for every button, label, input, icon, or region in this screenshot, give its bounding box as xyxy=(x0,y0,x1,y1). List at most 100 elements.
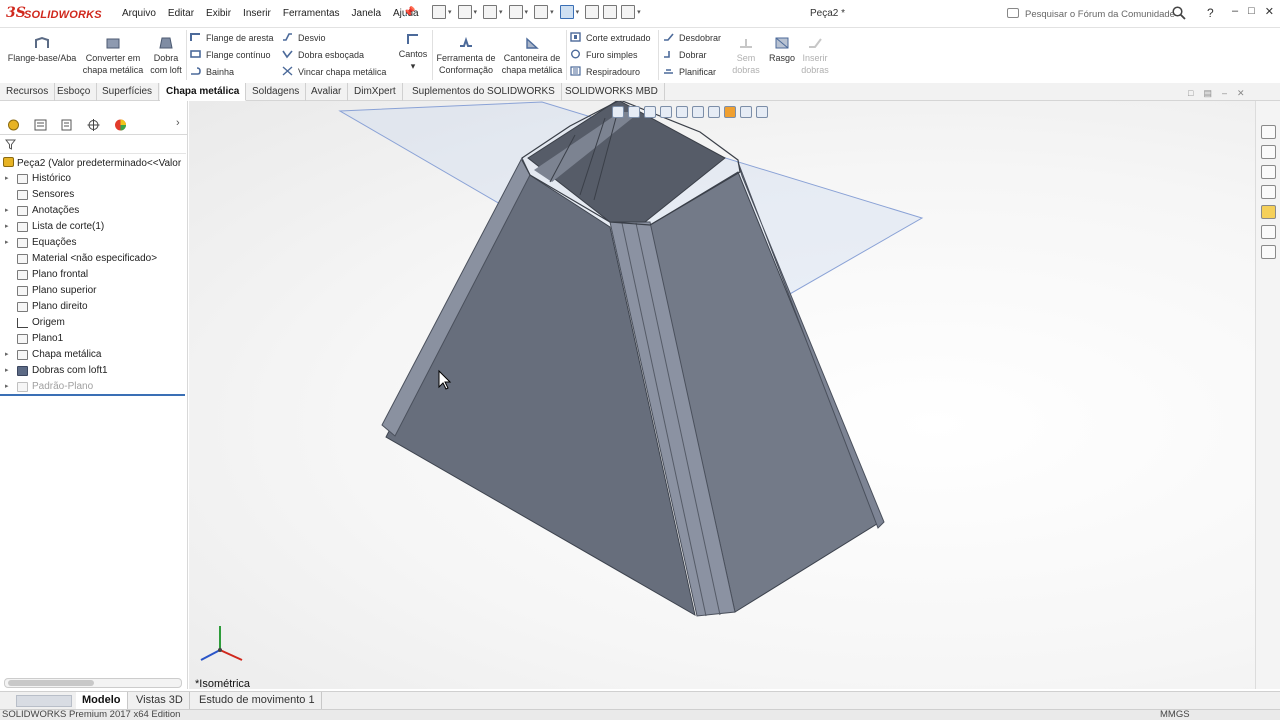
menu-editar[interactable]: Editar xyxy=(162,8,200,19)
tab-soldagens[interactable]: Soldagens xyxy=(246,83,307,101)
apply-scene-icon[interactable] xyxy=(740,106,752,118)
extruded-cut-button[interactable]: Corte extrudado xyxy=(570,30,651,46)
section-view-icon[interactable] xyxy=(660,106,672,118)
open-folder-icon[interactable] xyxy=(457,5,472,19)
rip-button[interactable]: Rasgo xyxy=(765,36,799,64)
file-properties-icon[interactable] xyxy=(603,5,618,19)
tree-item-origem[interactable]: Origem xyxy=(0,315,186,331)
tree-item-sensores[interactable]: Sensores xyxy=(0,187,186,203)
tab-avaliar[interactable]: Avaliar xyxy=(305,83,349,101)
no-bends-button[interactable]: Sem dobras xyxy=(728,36,764,76)
expand-arrow-icon[interactable]: ▸ xyxy=(5,379,9,395)
tree-item-plano1[interactable]: Plano1 xyxy=(0,331,186,347)
vent-button[interactable]: Respiradouro xyxy=(570,64,640,80)
configuration-manager-icon[interactable] xyxy=(59,118,74,132)
previous-view-icon[interactable] xyxy=(644,106,656,118)
tree-item-padrao-plano[interactable]: ▸ Padrão-Plano xyxy=(0,379,186,395)
design-library-icon[interactable] xyxy=(1261,145,1276,159)
view-settings-icon[interactable] xyxy=(756,106,768,118)
units-label[interactable]: MMGS xyxy=(1160,709,1190,720)
insert-bends-button[interactable]: Inserir dobras xyxy=(798,36,832,76)
chevron-down-icon[interactable]: ▾ xyxy=(525,8,529,16)
lofted-bend-button[interactable]: Dobra com loft xyxy=(147,36,185,76)
menu-janela[interactable]: Janela xyxy=(346,8,387,19)
expand-arrow-icon[interactable]: ▸ xyxy=(5,203,9,219)
tree-item-historico[interactable]: ▸ Histórico xyxy=(0,171,186,187)
hide-show-items-icon[interactable] xyxy=(708,106,720,118)
expand-arrow-icon[interactable]: ▸ xyxy=(5,219,9,235)
tree-item-anotacoes[interactable]: ▸ Anotações xyxy=(0,203,186,219)
tree-item-lista-corte[interactable]: ▸ Lista de corte(1) xyxy=(0,219,186,235)
chevron-down-icon[interactable]: ▾ xyxy=(474,8,478,16)
view-palette-icon[interactable] xyxy=(1261,185,1276,199)
tree-item-plano-superior[interactable]: Plano superior xyxy=(0,283,186,299)
viewport-tile-icon[interactable]: ▤ xyxy=(1203,88,1212,99)
display-style-icon[interactable] xyxy=(692,106,704,118)
tree-item-equacoes[interactable]: ▸ Equações xyxy=(0,235,186,251)
tree-item-chapa-metalica[interactable]: ▸ Chapa metálica xyxy=(0,347,186,363)
search-icon[interactable] xyxy=(1172,6,1186,20)
corners-button[interactable]: Cantos ▾ xyxy=(396,32,430,72)
miter-flange-button[interactable]: Flange contínuo xyxy=(190,47,271,63)
appearances-icon[interactable] xyxy=(1261,205,1276,219)
menu-exibir[interactable]: Exibir xyxy=(200,8,237,19)
tab-vistas-3d[interactable]: Vistas 3D xyxy=(130,692,190,710)
expand-arrow-icon[interactable]: ▸ xyxy=(5,171,9,187)
tab-estudo-movimento[interactable]: Estudo de movimento 1 xyxy=(193,692,322,710)
minimize-icon[interactable]: – xyxy=(1232,5,1238,18)
print-icon[interactable] xyxy=(508,5,523,19)
tab-modelo[interactable]: Modelo xyxy=(76,692,128,710)
tree-item-plano-frontal[interactable]: Plano frontal xyxy=(0,267,186,283)
tab-solidworks-mbd[interactable]: SOLIDWORKS MBD xyxy=(559,83,665,101)
viewport-restore-icon[interactable]: □ xyxy=(1188,88,1193,99)
view-orientation-icon[interactable] xyxy=(676,106,688,118)
undo-icon[interactable] xyxy=(534,5,549,19)
tab-chapa-metalica[interactable]: Chapa metálica xyxy=(160,83,247,101)
viewport-minimize-icon[interactable]: – xyxy=(1222,88,1227,99)
part-model[interactable] xyxy=(189,101,1255,689)
custom-properties-icon[interactable] xyxy=(1261,225,1276,239)
zoom-to-fit-icon[interactable] xyxy=(612,106,624,118)
expand-arrow-icon[interactable]: ▸ xyxy=(5,363,9,379)
expand-arrow-icon[interactable]: ▸ xyxy=(5,235,9,251)
chevron-down-icon[interactable]: ▾ xyxy=(411,61,416,71)
menu-inserir[interactable]: Inserir xyxy=(237,8,277,19)
expand-arrow-icon[interactable]: ▸ xyxy=(5,347,9,363)
chevron-down-icon[interactable]: ▾ xyxy=(499,8,503,16)
viewport-close-icon[interactable]: ✕ xyxy=(1237,88,1245,99)
menu-ferramentas[interactable]: Ferramentas xyxy=(277,8,346,19)
unfold-button[interactable]: Desdobrar xyxy=(663,30,721,46)
rollback-bar[interactable] xyxy=(0,394,185,396)
tab-recursos[interactable]: Recursos xyxy=(0,83,56,101)
tab-suplementos[interactable]: Suplementos do SOLIDWORKS xyxy=(406,83,562,101)
flange-base-button[interactable]: Flange-base/Aba xyxy=(6,36,78,64)
tree-item-plano-direito[interactable]: Plano direito xyxy=(0,299,186,315)
help-button[interactable]: ? xyxy=(1207,6,1214,20)
maximize-icon[interactable]: □ xyxy=(1248,5,1255,18)
dimxpert-manager-icon[interactable] xyxy=(86,118,101,132)
jog-button[interactable]: Desvio xyxy=(282,30,326,46)
scrollbar-thumb[interactable] xyxy=(8,680,94,686)
menu-arquivo[interactable]: Arquivo xyxy=(116,8,162,19)
search-input[interactable] xyxy=(1025,7,1175,21)
tab-navigation-arrows[interactable] xyxy=(16,695,72,707)
tree-item-material[interactable]: Material <não especificado> xyxy=(0,251,186,267)
feature-tree-icon[interactable] xyxy=(6,118,21,132)
tree-item-dobras-loft[interactable]: ▸ Dobras com loft1 xyxy=(0,363,186,379)
select-cursor-icon[interactable] xyxy=(559,5,574,19)
chevron-down-icon[interactable]: ▾ xyxy=(550,8,554,16)
hem-button[interactable]: Bainha xyxy=(190,64,234,80)
fold-button[interactable]: Dobrar xyxy=(663,47,707,63)
file-explorer-icon[interactable] xyxy=(1261,165,1276,179)
convert-sheetmetal-button[interactable]: Converter em chapa metálica xyxy=(80,36,146,76)
forming-tool-button[interactable]: Ferramenta de Conformação xyxy=(434,36,498,76)
options-gear-icon[interactable] xyxy=(621,5,636,19)
flatten-button[interactable]: Planificar xyxy=(663,64,716,80)
chevron-right-icon[interactable]: › xyxy=(176,117,180,129)
edit-appearance-icon[interactable] xyxy=(724,106,736,118)
horizontal-scrollbar[interactable] xyxy=(4,678,182,688)
tab-superficies[interactable]: Superfícies xyxy=(96,83,160,101)
display-manager-icon[interactable] xyxy=(113,118,128,132)
forum-icon[interactable] xyxy=(1261,245,1276,259)
sketched-bend-button[interactable]: Dobra esboçada xyxy=(282,47,364,63)
